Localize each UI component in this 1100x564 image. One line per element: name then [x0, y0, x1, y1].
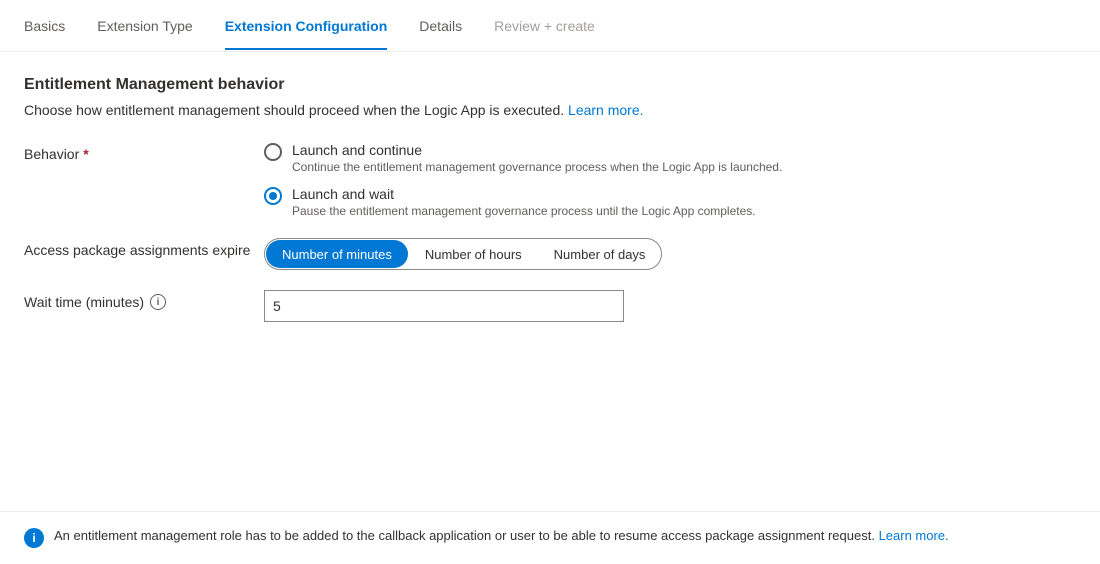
tab-review-create: Review + create: [494, 4, 595, 50]
behavior-row: Behavior * Launch and continue Continue …: [24, 142, 976, 218]
radio-circle-launch-continue: [264, 143, 282, 161]
behavior-radio-group: Launch and continue Continue the entitle…: [264, 142, 782, 218]
expire-label: Access package assignments expire: [24, 238, 264, 258]
section-learn-more-link[interactable]: Learn more.: [568, 102, 643, 118]
radio-desc-launch-continue: Continue the entitlement management gove…: [292, 160, 782, 174]
tab-details[interactable]: Details: [419, 4, 462, 50]
navigation-tabs: Basics Extension Type Extension Configur…: [0, 0, 1100, 52]
section-title: Entitlement Management behavior: [24, 76, 976, 94]
radio-launch-wait[interactable]: Launch and wait Pause the entitlement ma…: [264, 186, 782, 218]
info-banner-icon: i: [24, 528, 44, 548]
expire-row: Access package assignments expire Number…: [24, 238, 976, 270]
wait-time-row: Wait time (minutes) i: [24, 290, 976, 322]
toggle-minutes[interactable]: Number of minutes: [266, 240, 408, 268]
wait-time-label: Wait time (minutes) i: [24, 290, 264, 310]
main-content: Entitlement Management behavior Choose h…: [0, 52, 1000, 366]
radio-desc-launch-wait: Pause the entitlement management governa…: [292, 204, 756, 218]
radio-circle-launch-wait: [264, 187, 282, 205]
expire-toggle-group: Number of minutes Number of hours Number…: [264, 238, 662, 270]
toggle-days[interactable]: Number of days: [538, 239, 662, 269]
info-banner-learn-more-link[interactable]: Learn more.: [879, 528, 949, 543]
tab-extension-type[interactable]: Extension Type: [97, 4, 192, 50]
info-banner-text: An entitlement management role has to be…: [54, 528, 949, 543]
section-description: Choose how entitlement management should…: [24, 102, 976, 118]
wait-time-input[interactable]: [264, 290, 624, 322]
tab-extension-configuration[interactable]: Extension Configuration: [225, 4, 388, 50]
wait-time-info-icon[interactable]: i: [150, 294, 166, 310]
info-banner: i An entitlement management role has to …: [0, 511, 1100, 564]
radio-label-launch-continue: Launch and continue: [292, 142, 782, 158]
radio-label-launch-wait: Launch and wait: [292, 186, 756, 202]
required-indicator: *: [83, 146, 88, 162]
toggle-hours[interactable]: Number of hours: [409, 239, 538, 269]
tab-basics[interactable]: Basics: [24, 4, 65, 50]
behavior-label: Behavior *: [24, 142, 264, 162]
radio-launch-continue[interactable]: Launch and continue Continue the entitle…: [264, 142, 782, 174]
